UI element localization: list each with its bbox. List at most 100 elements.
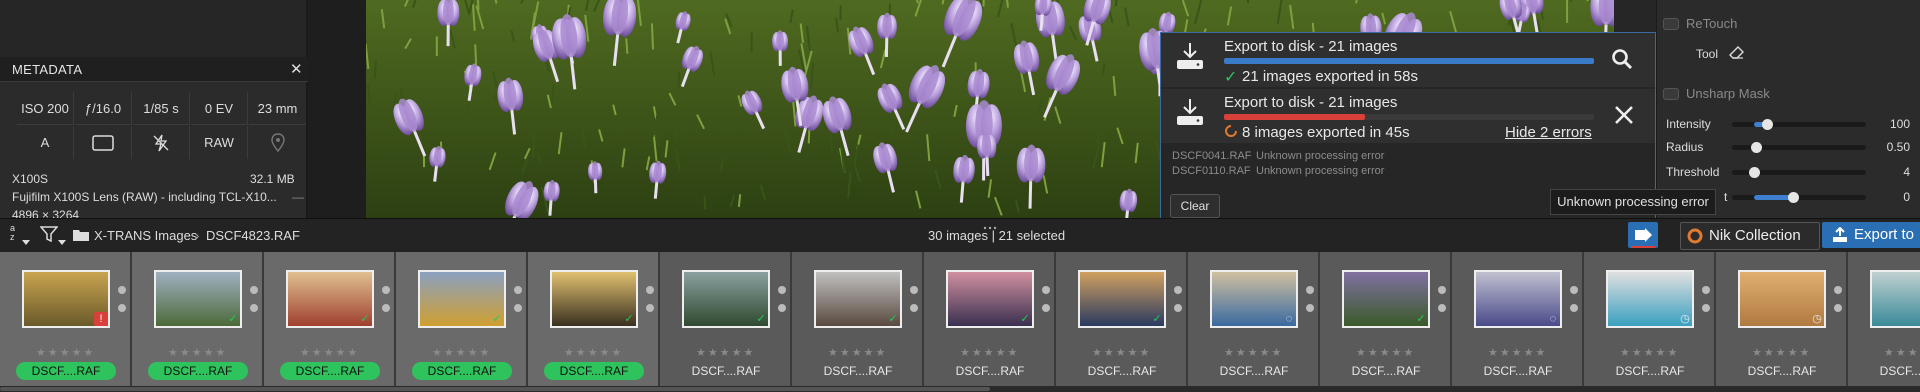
star-rating[interactable]: ★★★★★ (1884, 346, 1920, 359)
flag-dot[interactable] (250, 304, 258, 312)
resize-handle[interactable] (982, 217, 998, 230)
flag-dot[interactable] (1570, 304, 1578, 312)
exported-check-icon: ✓ (1416, 313, 1426, 325)
filmstrip-thumbnail[interactable]: ✓ ★★★★★ DSCF....RAF (924, 252, 1056, 386)
close-icon[interactable] (1613, 104, 1635, 131)
star-rating[interactable]: ★★★★★ (1356, 346, 1415, 359)
flag-dot[interactable] (1042, 304, 1050, 312)
filmstrip-thumbnail[interactable]: ! ★★★★★ DSCF....RAF (0, 252, 132, 386)
eraser-icon[interactable] (1728, 44, 1746, 67)
slider-value[interactable]: 0 (1866, 190, 1910, 206)
filmstrip-thumbnail[interactable]: ★★★★★ DSCF....RAF (1848, 252, 1920, 386)
color-label-dot[interactable] (118, 286, 126, 294)
star-rating[interactable]: ★★★★★ (168, 346, 227, 359)
star-rating[interactable]: ★★★★★ (1752, 346, 1811, 359)
slider-handle[interactable] (1749, 167, 1760, 178)
filter-icon[interactable] (39, 226, 59, 247)
color-label-dot[interactable] (382, 286, 390, 294)
filmstrip-thumbnail[interactable]: ✓ ★★★★★ DSCF....RAF (1056, 252, 1188, 386)
flag-dot[interactable] (1702, 304, 1710, 312)
flag-dot[interactable] (910, 304, 918, 312)
filmstrip-thumbnail[interactable]: ✓ ★★★★★ DSCF....RAF (792, 252, 924, 386)
quick-export-button[interactable] (1628, 222, 1658, 248)
flag-dot[interactable] (514, 304, 522, 312)
thumbnail-filename: DSCF....RAF (691, 364, 761, 378)
file-size: 32.1 MB (250, 172, 295, 186)
lens-more-icon[interactable]: — (292, 190, 304, 204)
chevron-down-icon[interactable] (58, 233, 66, 251)
color-label-dot[interactable] (1438, 286, 1446, 294)
hide-errors-link[interactable]: Hide 2 errors (1505, 124, 1592, 141)
color-label-dot[interactable] (250, 286, 258, 294)
export-button[interactable]: Export to (1822, 222, 1920, 248)
flag-dot[interactable] (778, 304, 786, 312)
star-rating[interactable]: ★★★★★ (432, 346, 491, 359)
thumbnail-filename: DSCF....RAF (1615, 364, 1685, 378)
filmstrip-thumbnail[interactable]: ✓ ★★★★★ DSCF....RAF (1320, 252, 1452, 386)
slider-value[interactable]: 4 (1866, 165, 1910, 181)
star-rating[interactable]: ★★★★★ (300, 346, 359, 359)
search-icon[interactable] (1611, 48, 1633, 75)
filmstrip-thumbnail[interactable]: ◷ ★★★★★ DSCF....RAF (1716, 252, 1848, 386)
color-label-dot[interactable] (778, 286, 786, 294)
nik-collection-label: Nik Collection (1709, 227, 1801, 244)
flag-dot[interactable] (1438, 304, 1446, 312)
breadcrumb-file[interactable]: DSCF4823.RAF (206, 228, 300, 243)
flag-dot[interactable] (382, 304, 390, 312)
flag-dot[interactable] (118, 304, 126, 312)
unsharp-mask-toggle[interactable] (1663, 88, 1679, 100)
retouch-toggle[interactable] (1663, 18, 1679, 30)
close-icon[interactable]: ✕ (290, 60, 303, 78)
sort-icon[interactable]: az (10, 224, 22, 242)
star-rating[interactable]: ★★★★★ (1620, 346, 1679, 359)
filmstrip-thumbnail[interactable]: ✓ ★★★★★ DSCF....RAF (132, 252, 264, 386)
selection-summary: 30 images | 21 selected (928, 228, 1066, 243)
star-rating[interactable]: ★★★★★ (696, 346, 755, 359)
color-label-dot[interactable] (1042, 286, 1050, 294)
flag-dot[interactable] (1306, 304, 1314, 312)
clear-button[interactable]: Clear (1170, 194, 1220, 218)
nik-collection-button[interactable]: Nik Collection (1680, 222, 1820, 250)
breadcrumb-folder[interactable]: X-TRANS Images (94, 228, 197, 243)
filmstrip-thumbnail[interactable]: ✓ ★★★★★ DSCF....RAF (660, 252, 792, 386)
star-rating[interactable]: ★★★★★ (828, 346, 887, 359)
filmstrip-thumbnail[interactable]: ◷ ★★★★★ DSCF....RAF (1584, 252, 1716, 386)
slider-track[interactable] (1732, 122, 1866, 127)
slider-label: t (1724, 190, 1728, 204)
star-rating[interactable]: ★★★★★ (1224, 346, 1283, 359)
star-rating[interactable]: ★★★★★ (564, 346, 623, 359)
slider-value[interactable]: 100 (1866, 117, 1910, 133)
filmstrip-scrollbar[interactable] (0, 386, 1920, 392)
filmstrip-thumbnail[interactable]: ✓ ★★★★★ DSCF....RAF (264, 252, 396, 386)
filmstrip-thumbnail[interactable]: ✓ ★★★★★ DSCF....RAF (528, 252, 660, 386)
filmstrip-thumbnail[interactable]: ◌ ★★★★★ DSCF....RAF (1452, 252, 1584, 386)
progress-spinner-icon (1224, 124, 1238, 143)
filmstrip-thumbnail[interactable]: ✓ ★★★★★ DSCF....RAF (396, 252, 528, 386)
export-job-1-progress (1224, 58, 1594, 64)
export-job-1-title: Export to disk - 21 images (1224, 38, 1398, 55)
star-rating[interactable]: ★★★★★ (1488, 346, 1547, 359)
thumbnail-filename: DSCF....RAF (1747, 364, 1817, 378)
color-label-dot[interactable] (1570, 286, 1578, 294)
slider-value[interactable]: 0.50 (1866, 140, 1910, 156)
flag-dot[interactable] (1834, 304, 1842, 312)
star-rating[interactable]: ★★★★★ (36, 346, 95, 359)
chevron-down-icon[interactable] (22, 233, 30, 251)
thumbnail-filename: DSCF....RAF (1219, 364, 1289, 378)
slider-label: Threshold (1666, 165, 1720, 179)
star-rating[interactable]: ★★★★★ (1092, 346, 1151, 359)
color-label-dot[interactable] (1174, 286, 1182, 294)
flag-dot[interactable] (646, 304, 654, 312)
color-label-dot[interactable] (646, 286, 654, 294)
color-label-dot[interactable] (1702, 286, 1710, 294)
aperture-value: ƒ/16.0 (75, 92, 132, 125)
color-label-dot[interactable] (1306, 286, 1314, 294)
star-rating[interactable]: ★★★★★ (960, 346, 1019, 359)
filmstrip-thumbnail[interactable]: ◌ ★★★★★ DSCF....RAF (1188, 252, 1320, 386)
unsharp-mask-label: Unsharp Mask (1686, 86, 1770, 101)
color-label-dot[interactable] (514, 286, 522, 294)
panel-divider[interactable] (306, 0, 308, 218)
flag-dot[interactable] (1174, 304, 1182, 312)
color-label-dot[interactable] (1834, 286, 1842, 294)
color-label-dot[interactable] (910, 286, 918, 294)
